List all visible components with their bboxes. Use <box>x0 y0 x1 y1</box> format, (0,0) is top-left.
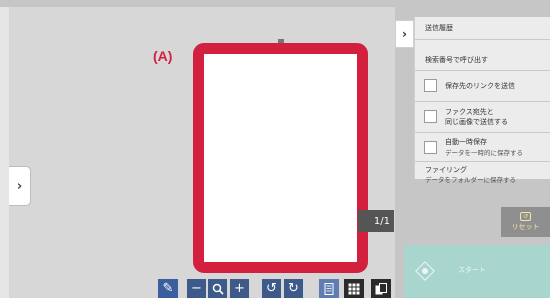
checkbox[interactable] <box>424 110 437 123</box>
menu-item-recall-by-search-number[interactable]: 検索番号で呼び出す <box>415 40 550 71</box>
rotate-right-button[interactable]: ↻ <box>284 279 303 298</box>
collapse-menu-button[interactable]: › <box>395 20 414 48</box>
menu-item-label: ファクス宛先と <box>445 108 494 116</box>
page-indicator: 1/1 <box>358 210 394 232</box>
zoom-in-button[interactable]: + <box>230 279 249 298</box>
document-preview-highlight <box>193 43 368 273</box>
rotate-left-icon: ↺ <box>266 281 277 296</box>
menu-item-sublabel: データをフォルダーに保存する <box>425 176 516 184</box>
document-page[interactable] <box>204 54 357 262</box>
grid-icon <box>348 283 360 294</box>
magnifier-icon <box>212 283 224 295</box>
menu-item-label: ファイリング <box>425 166 467 174</box>
zoom-out-button[interactable]: − <box>187 279 206 298</box>
reset-button[interactable]: ↺ リセット <box>501 207 550 237</box>
callout-label-a: (A) <box>153 48 173 64</box>
start-icon <box>415 261 435 281</box>
rotate-left-button[interactable]: ↺ <box>262 279 281 298</box>
start-button[interactable]: スタート <box>404 245 550 298</box>
left-edge-strip <box>0 7 9 298</box>
menu-item-filing[interactable]: ファイリング データをフォルダーに保存する <box>415 162 550 188</box>
checkbox[interactable] <box>424 79 437 92</box>
menu-item-send-same-image-as-fax[interactable]: ファクス宛先と 同じ画像で送信する <box>415 102 550 133</box>
right-action-menu: 送信履歴 検索番号で呼び出す 保存先のリンクを送信 ファクス宛先と 同じ画像で送… <box>414 17 550 184</box>
rotate-right-icon: ↻ <box>288 281 299 296</box>
pencil-icon: ✎ <box>162 281 174 296</box>
chevron-right-icon: › <box>16 178 23 194</box>
start-label: スタート <box>458 266 486 274</box>
single-page-view-button[interactable] <box>319 279 339 298</box>
checkbox[interactable] <box>424 141 437 154</box>
expand-left-button[interactable]: › <box>9 166 31 206</box>
menu-item-sublabel: データを一時的に保存する <box>445 149 523 157</box>
plus-icon: + <box>234 281 245 296</box>
menu-item-send-storage-link[interactable]: 保存先のリンクを送信 <box>415 71 550 102</box>
copy-pages-icon <box>375 282 387 294</box>
menu-item-label: 自動一時保存 <box>445 138 487 146</box>
menu-item-auto-temporary-save[interactable]: 自動一時保存 データを一時的に保存する <box>415 133 550 162</box>
screen: › (A) 1/1 › 送信履歴 検索番号で呼び出す 保存先のリンクを送信 ファ… <box>0 0 550 298</box>
chevron-right-icon: › <box>402 27 407 41</box>
edit-pencil-button[interactable]: ✎ <box>158 279 178 298</box>
menu-item-send-history[interactable]: 送信履歴 <box>415 17 550 40</box>
start-icon-dot <box>420 266 430 276</box>
zoom-button[interactable] <box>208 279 227 298</box>
grid-view-button[interactable] <box>344 279 364 298</box>
menu-item-label: 検索番号で呼び出す <box>425 56 488 64</box>
menu-item-label-line2: 同じ画像で送信する <box>445 118 508 126</box>
menu-item-label: 送信履歴 <box>425 24 453 32</box>
reset-icon: ↺ <box>520 212 531 221</box>
reset-label: リセット <box>511 223 540 231</box>
page-icon <box>324 282 334 295</box>
minus-icon: − <box>191 281 202 296</box>
menu-item-label: 保存先のリンクを送信 <box>445 82 515 90</box>
multi-page-view-button[interactable] <box>371 279 391 298</box>
